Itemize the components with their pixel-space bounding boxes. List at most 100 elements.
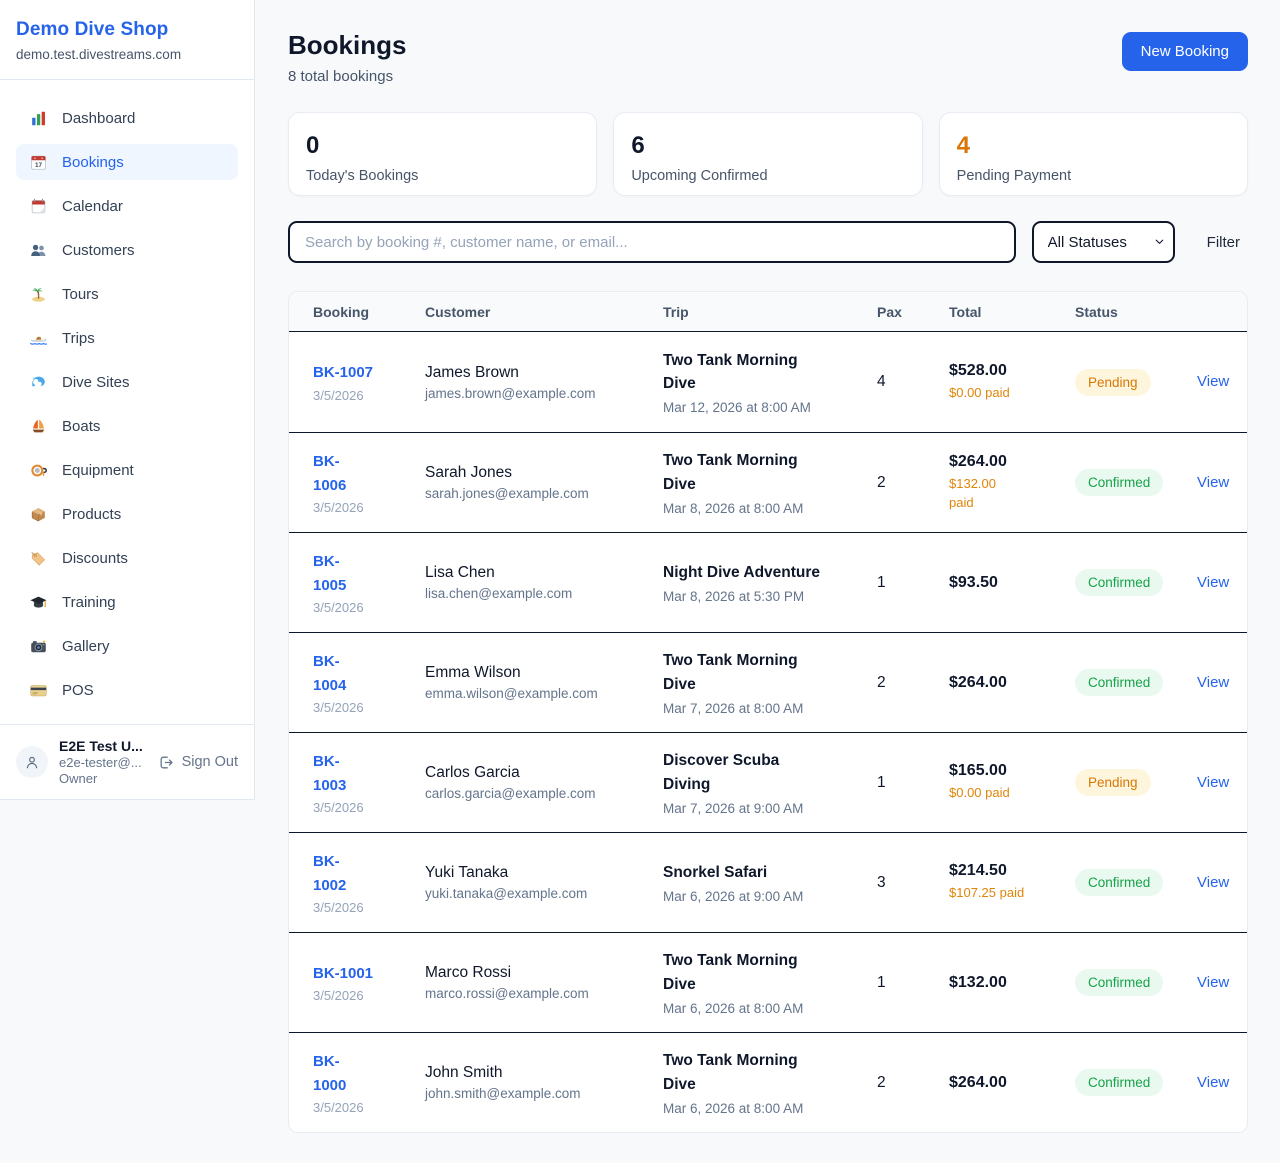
trip-cell: Two Tank Morning Dive Mar 6, 2026 at 8:0… (663, 1049, 877, 1116)
booking-id-link[interactable]: BK- 1005 (313, 550, 346, 597)
sidebar-item-dashboard[interactable]: Dashboard (16, 100, 238, 136)
table-row: BK- 1004 3/5/2026 Emma Wilson emma.wilso… (289, 632, 1247, 732)
customer-name: James Brown (425, 364, 649, 382)
total-cell: $264.00 $132.00 paid (949, 453, 1075, 511)
view-link[interactable]: View (1197, 974, 1229, 991)
total-cell: $93.50 (949, 574, 1075, 592)
total-cell: $528.00 $0.00 paid (949, 362, 1075, 402)
tag-icon (28, 549, 49, 568)
view-link[interactable]: View (1197, 474, 1229, 491)
status-cell: Confirmed (1075, 569, 1197, 596)
view-link[interactable]: View (1197, 774, 1229, 791)
view-link[interactable]: View (1197, 874, 1229, 891)
total-cell: $264.00 (949, 1074, 1075, 1092)
column-header-status: Status (1075, 304, 1197, 320)
trip-datetime: Mar 12, 2026 at 8:00 AM (663, 400, 863, 415)
pax-count: 2 (877, 674, 949, 692)
total-amount: $132.00 (949, 974, 1061, 992)
sidebar-nav: Dashboard 17 Bookings Calendar Customers… (0, 80, 254, 724)
booking-id-link[interactable]: BK- 1000 (313, 1050, 346, 1097)
pax-count: 1 (877, 974, 949, 992)
paid-amount: $0.00 paid (949, 384, 1061, 402)
sidebar-item-trips[interactable]: Trips (16, 320, 238, 356)
table-row: BK- 1003 3/5/2026 Carlos Garcia carlos.g… (289, 732, 1247, 832)
speedboat-icon (28, 329, 49, 348)
sign-out-button[interactable]: Sign Out (158, 754, 238, 771)
status-badge: Confirmed (1075, 569, 1163, 596)
total-amount: $264.00 (949, 1074, 1061, 1092)
customer-email: sarah.jones@example.com (425, 486, 649, 501)
view-cell: View (1197, 474, 1243, 492)
diving-mask-icon (28, 461, 49, 480)
status-cell: Confirmed (1075, 969, 1197, 996)
trip-name: Discover Scuba Diving (663, 749, 863, 796)
booking-id-link[interactable]: BK- 1006 (313, 450, 346, 497)
trip-cell: Night Dive Adventure Mar 8, 2026 at 5:30… (663, 561, 877, 604)
people-icon (28, 241, 49, 260)
view-link[interactable]: View (1197, 1074, 1229, 1091)
stat-label: Upcoming Confirmed (631, 168, 904, 184)
booking-id-link[interactable]: BK-1007 (313, 361, 373, 384)
sidebar-item-label: Calendar (62, 198, 123, 215)
booking-id-link[interactable]: BK-1001 (313, 962, 373, 985)
sidebar-item-bookings[interactable]: 17 Bookings (16, 144, 238, 180)
tear-off-calendar-icon (28, 197, 49, 216)
table-row: BK- 1005 3/5/2026 Lisa Chen lisa.chen@ex… (289, 532, 1247, 632)
sidebar-item-dive-sites[interactable]: Dive Sites (16, 364, 238, 400)
customer-email: emma.wilson@example.com (425, 686, 649, 701)
booking-created-date: 3/5/2026 (313, 388, 411, 403)
status-badge: Confirmed (1075, 869, 1163, 896)
pax-count: 1 (877, 574, 949, 592)
sidebar-item-gallery[interactable]: Gallery (16, 628, 238, 664)
sidebar-item-customers[interactable]: Customers (16, 232, 238, 268)
trip-datetime: Mar 7, 2026 at 8:00 AM (663, 701, 863, 716)
booking-id-link[interactable]: BK- 1003 (313, 750, 346, 797)
sidebar-item-boats[interactable]: Boats (16, 408, 238, 444)
sidebar-item-label: Discounts (62, 550, 128, 567)
sidebar-item-pos[interactable]: POS (16, 672, 238, 708)
total-amount: $264.00 (949, 674, 1061, 692)
booking-id-link[interactable]: BK- 1002 (313, 850, 346, 897)
svg-text:17: 17 (35, 161, 43, 168)
sidebar-item-discounts[interactable]: Discounts (16, 540, 238, 576)
sidebar-item-training[interactable]: Training (16, 584, 238, 620)
sidebar-item-equipment[interactable]: Equipment (16, 452, 238, 488)
column-header-customer: Customer (425, 304, 663, 320)
sidebar-footer: E2E Test U... e2e-tester@... Owner Sign … (0, 724, 254, 799)
table-row: BK-1001 3/5/2026 Marco Rossi marco.rossi… (289, 932, 1247, 1032)
stat-card-pending-payment: 4 Pending Payment (939, 112, 1248, 196)
view-link[interactable]: View (1197, 674, 1229, 691)
avatar (16, 746, 48, 778)
trip-datetime: Mar 7, 2026 at 9:00 AM (663, 801, 863, 816)
filter-button[interactable]: Filter (1199, 228, 1248, 257)
sidebar-item-label: Products (62, 506, 121, 523)
sidebar-item-products[interactable]: Products (16, 496, 238, 532)
user-meta: E2E Test U... e2e-tester@... Owner (59, 738, 147, 786)
sidebar: Demo Dive Shop demo.test.divestreams.com… (0, 0, 255, 800)
trip-datetime: Mar 6, 2026 at 8:00 AM (663, 1101, 863, 1116)
booking-id-link[interactable]: BK- 1004 (313, 650, 346, 697)
page-header: Bookings 8 total bookings New Booking (288, 30, 1248, 85)
status-badge: Pending (1075, 769, 1151, 796)
person-icon (23, 753, 41, 771)
sidebar-item-calendar[interactable]: Calendar (16, 188, 238, 224)
search-input[interactable] (288, 221, 1016, 263)
status-filter-select[interactable]: All Statuses (1032, 221, 1175, 263)
customer-cell: Marco Rossi marco.rossi@example.com (425, 964, 663, 1001)
view-link[interactable]: View (1197, 373, 1229, 390)
bar-chart-icon (28, 109, 49, 128)
paid-amount: $107.25 paid (949, 884, 1061, 902)
sidebar-item-label: Bookings (62, 154, 124, 171)
total-cell: $264.00 (949, 674, 1075, 692)
stat-label: Pending Payment (957, 168, 1230, 184)
new-booking-button[interactable]: New Booking (1122, 32, 1248, 71)
sidebar-item-tours[interactable]: Tours (16, 276, 238, 312)
total-cell: $132.00 (949, 974, 1075, 992)
trip-datetime: Mar 6, 2026 at 9:00 AM (663, 889, 863, 904)
sidebar-item-label: Boats (62, 418, 100, 435)
table-row: BK- 1002 3/5/2026 Yuki Tanaka yuki.tanak… (289, 832, 1247, 932)
view-link[interactable]: View (1197, 574, 1229, 591)
table-row: BK-1007 3/5/2026 James Brown james.brown… (289, 332, 1247, 432)
total-amount: $93.50 (949, 574, 1061, 592)
sidebar-item-label: Equipment (62, 462, 134, 479)
